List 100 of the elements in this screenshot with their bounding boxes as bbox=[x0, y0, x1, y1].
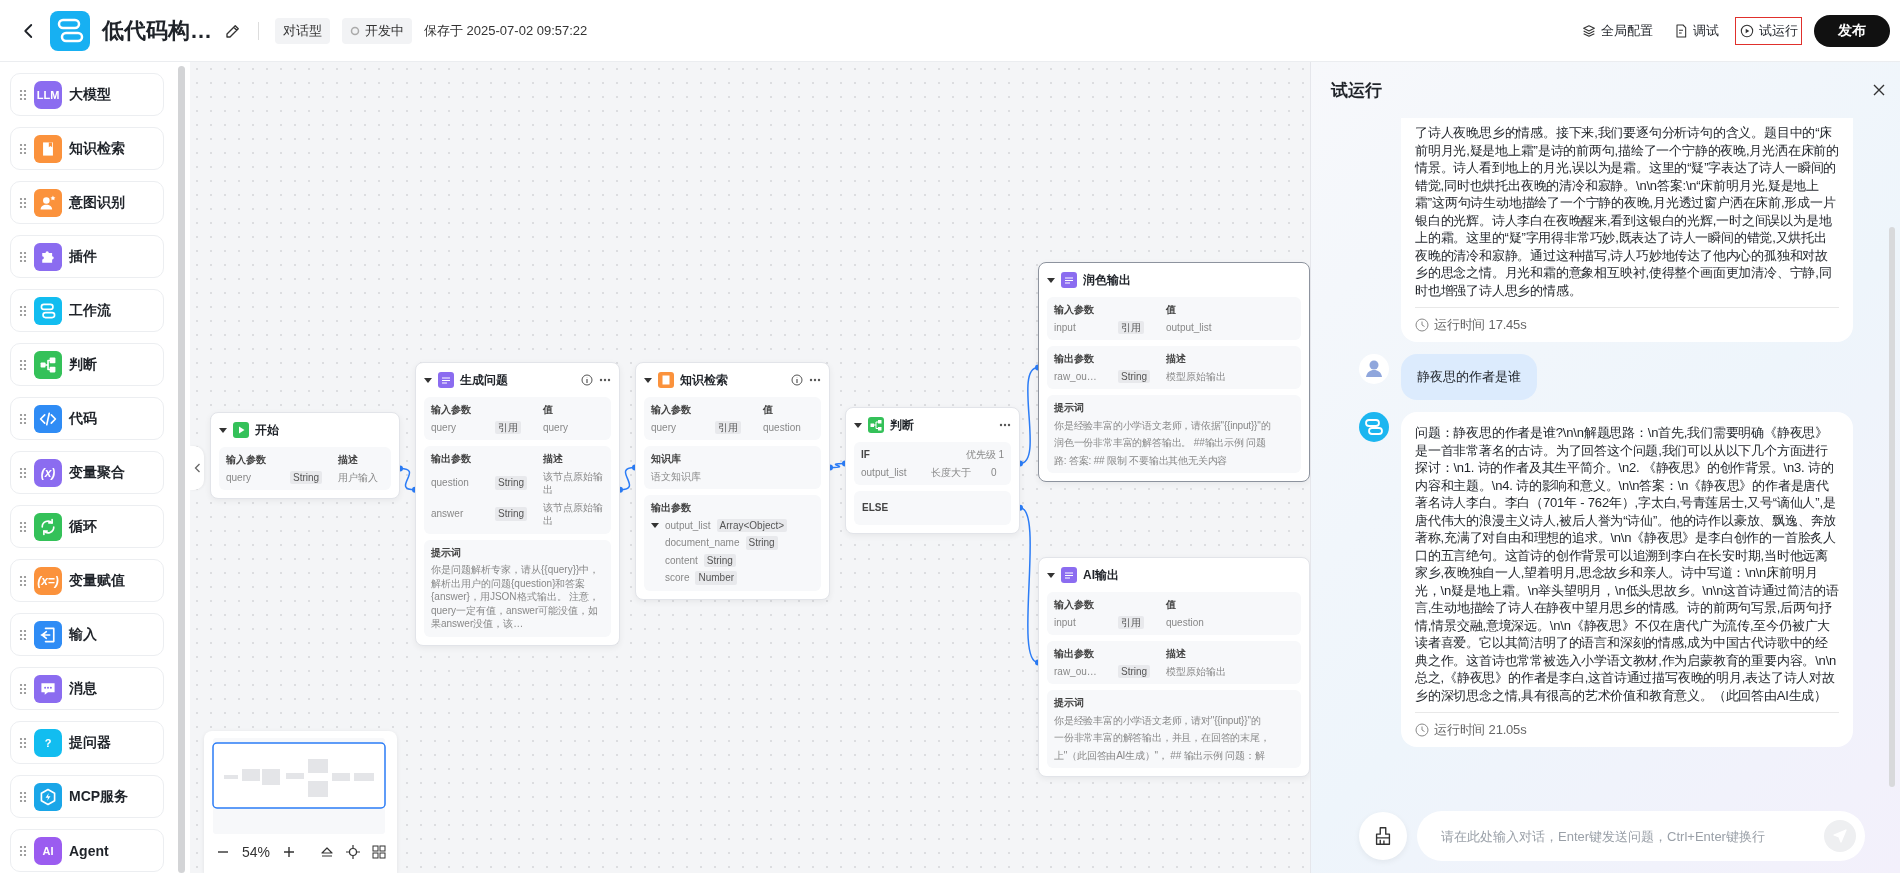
message-text: 问题：静夜思的作者是谁?\n\n解题思路：\n首先,我们需要明确《静夜思》是一首非常著名的古诗。为了回答这个问题,我们可以从以下几个方面进行探讨：\n1. 诗的作者及其生平简介。\n2. 《静夜思》的创作背景。\n3. 诗的内容和主题。\n4. 诗的影响和意义。\n\n答案：\n《静夜思》的作者是唐代著名诗人李白。李白（701年 - 762年）,字太白,号青莲居士,又号“谪仙人”,是唐代伟大的浪漫主义诗人,被后人誉为“诗仙”。他的诗作以豪放、飘逸、奔放著称,充满了对自由和理想的追求。\n\n《静夜思》是李白创作的一首脍炙人口的五言绝句。这首诗的创作背景可以追溯到李白在长安时期,当时他远离家乡,夜晚独自一人,望着明月,思念故乡和亲人。诗中写道：\n\n床前明月光，\n疑是地上霜。\n举头望明月，\n低头思故乡。\n\n这首诗通过简洁的语言,生动地描绘了诗人在静夜中望月思乡的情感。诗的前两句写景,后两句抒情,情景交融,意境深远。\n\n《静夜思》不仅在唐代广为流传,至今仍被广大读者喜爱。它以其简洁明了的语言和深刻的情感,成为中国古代诗歌中的经典之作。这首诗也常常被选入小学语文教材,作为启蒙教育的重要内容。\n\n总之,《静夜思》的作者是李白,这首诗通过描写夜晚的明月,表达了诗人对故乡的深切思念之情,具有很高的艺术价值和教育意义。（此回答由AI生成） bbox=[1415, 424, 1839, 704]
workflow-node[interactable]: 知识检索 输入参数 值 query 引用 question 知识库 语文知识库 输出参数 output_list Array<Object> document_name String content String score Number bbox=[635, 362, 830, 600]
palette-item[interactable]: (x) 变量聚合 bbox=[10, 451, 164, 494]
palette-item[interactable]: 插件 bbox=[10, 235, 164, 278]
status-tag: 开发中 bbox=[342, 17, 412, 44]
publish-button[interactable]: 发布 bbox=[1814, 14, 1890, 47]
prompt-text: 上"（此回答由AI生成）"， ## 输出示例 问题：解 bbox=[1054, 748, 1266, 762]
palette-item[interactable]: ? 提问器 bbox=[10, 721, 164, 764]
variable-icon: (x=) bbox=[34, 566, 62, 595]
collapse-caret-icon[interactable] bbox=[1047, 571, 1055, 579]
crosshair-icon[interactable] bbox=[346, 845, 361, 859]
type-tag: 对话型 bbox=[275, 17, 330, 44]
collapse-handle[interactable] bbox=[190, 445, 204, 490]
zoom-in-icon[interactable] bbox=[282, 845, 297, 859]
run-time: 运行时间 17.45s bbox=[1434, 316, 1527, 334]
column-header: 值 bbox=[543, 403, 554, 417]
param-name: output_list bbox=[665, 518, 711, 532]
close-icon[interactable] bbox=[1872, 83, 1886, 97]
type-tag: String bbox=[495, 507, 528, 521]
bot-avatar-icon bbox=[1359, 412, 1389, 442]
collapse-caret-icon[interactable] bbox=[1047, 276, 1055, 284]
collapse-caret-icon[interactable] bbox=[854, 421, 862, 429]
expand-caret-icon[interactable] bbox=[651, 521, 659, 530]
chat-input-field[interactable]: 请在此处输入对话，Enter键发送问题，Ctrl+Enter键换行 bbox=[1417, 811, 1865, 861]
column-header: 值 bbox=[1166, 303, 1177, 317]
prompt-text: 你是经验丰富的小学语文老师，请依据"{{input}}"的 bbox=[1054, 418, 1272, 432]
palette-item[interactable]: 代码 bbox=[10, 397, 164, 440]
column-header: 描述 bbox=[543, 452, 564, 466]
drag-handle-icon bbox=[19, 736, 27, 749]
type-tag: 引用 bbox=[1118, 320, 1144, 334]
param-value: 该节点原始输出 bbox=[543, 500, 604, 528]
column-header: 值 bbox=[1166, 598, 1177, 612]
palette-item[interactable]: AI Agent bbox=[10, 829, 164, 872]
play-circle-icon bbox=[1739, 22, 1755, 39]
more-icon[interactable] bbox=[999, 423, 1011, 427]
prompt-text: 一份非常丰富的解答输出，并且，在回答的末尾， bbox=[1054, 731, 1271, 745]
condition-variable: output_list bbox=[861, 465, 908, 479]
prompt-text: 你是问题解析专家，请从{{query}}中，解析出用户的问题{question}和答案{answer}，用JSON格式输出。 注意，query一定有值，answer可能没值，如果answer没值，该… bbox=[431, 563, 601, 631]
debug-button[interactable]: 调试 bbox=[1669, 16, 1723, 45]
param-name: content bbox=[665, 553, 698, 567]
column-header: 输入参数 bbox=[226, 453, 267, 467]
workflow-node[interactable]: 开始 输入参数 描述 query String 用户输入 bbox=[210, 412, 400, 499]
eject-icon[interactable] bbox=[320, 845, 335, 859]
config-button[interactable]: 全局配置 bbox=[1577, 16, 1657, 45]
column-header: 输出参数 bbox=[1054, 352, 1095, 366]
zoom-level: 54% bbox=[242, 844, 271, 860]
type-tag: String bbox=[1118, 664, 1151, 678]
param-value: 模型原始输出 bbox=[1166, 369, 1227, 383]
llm-icon: LLM bbox=[34, 80, 62, 109]
collapse-caret-icon[interactable] bbox=[424, 376, 432, 384]
more-icon[interactable] bbox=[809, 378, 821, 382]
palette-item[interactable]: 输入 bbox=[10, 613, 164, 656]
status-dot-icon bbox=[350, 25, 360, 36]
workflow-node[interactable]: 生成问题 输入参数 值 query 引用 query 输出参数 描述 question String 该节点原始输出 answer String 该节点原始输出 提示词 你是问题解析专家，请从{{query}}中，解析出用户的问题{question}和答案{answer}，用JSON格式输出。 注意，query一定有值，answer可能没值，如果answer没值，该… bbox=[415, 362, 620, 646]
info-icon[interactable] bbox=[791, 374, 803, 386]
minimap[interactable]: 54% bbox=[204, 731, 397, 873]
palette-item[interactable]: LLM 大模型 bbox=[10, 73, 164, 116]
node-title: AI输出 bbox=[1083, 566, 1119, 584]
palette-item[interactable]: 循环 bbox=[10, 505, 164, 548]
workflow-node[interactable]: AI输出 输入参数 值 input 引用 question 输出参数 描述 raw_ou… String 模型原始输出 提示词 你是经验丰富的小学语文老师，请对"{{input}}"的 一份非常丰富的解答输出，并且，在回答的末尾， 上"（此回答由AI生成）"， ## 输出示例 问题：解 bbox=[1038, 557, 1310, 777]
info-icon[interactable] bbox=[581, 374, 593, 386]
layers-icon bbox=[1581, 22, 1597, 39]
node-title: 生成问题 bbox=[460, 371, 508, 389]
palette-item[interactable]: 知识检索 bbox=[10, 127, 164, 170]
section-label: 提示词 bbox=[1054, 401, 1085, 415]
play-icon bbox=[233, 422, 249, 438]
column-header: 输出参数 bbox=[1054, 647, 1095, 661]
collapse-caret-icon[interactable] bbox=[644, 376, 652, 384]
palette-item[interactable]: MCP服务 bbox=[10, 775, 164, 818]
param-name: answer bbox=[431, 507, 465, 521]
param-value: query bbox=[543, 420, 569, 434]
workflow-node[interactable]: 润色输出 输入参数 值 input 引用 output_list 输出参数 描述 raw_ou… String 模型原始输出 提示词 你是经验丰富的小学语文老师，请依据"{{input}}"的 润色一份非常丰富的解答输出。 ##输出示例 问题 路: 答案: ## 限制 不要输出其他无关内容 bbox=[1038, 262, 1310, 482]
type-tag: String bbox=[1118, 369, 1151, 383]
chevron-left-icon bbox=[193, 462, 201, 473]
prompt-text: 润色一份非常丰富的解答输出。 ##输出示例 问题 bbox=[1054, 436, 1267, 450]
workflow-node[interactable]: 判断 IF 优先级 1 output_list 长度大于 0 ELSE bbox=[845, 407, 1020, 534]
node-title: 润色输出 bbox=[1083, 271, 1131, 289]
drag-handle-icon bbox=[19, 574, 27, 587]
palette-item[interactable]: 消息 bbox=[10, 667, 164, 710]
more-icon[interactable] bbox=[599, 378, 611, 382]
prompt-text: 路: 答案: ## 限制 不要输出其他无关内容 bbox=[1054, 453, 1229, 467]
run-button[interactable]: 试运行 bbox=[1735, 16, 1802, 45]
model-icon bbox=[438, 372, 454, 388]
section-label: 知识库 bbox=[651, 452, 682, 466]
palette-item[interactable]: 工作流 bbox=[10, 289, 164, 332]
drag-handle-icon bbox=[19, 682, 27, 695]
grid-icon[interactable] bbox=[372, 845, 387, 859]
collapse-caret-icon[interactable] bbox=[219, 426, 227, 434]
palette-item[interactable]: 意图识别 bbox=[10, 181, 164, 224]
drag-handle-icon bbox=[19, 88, 27, 101]
palette-item[interactable]: 判断 bbox=[10, 343, 164, 386]
prompt-text: 你是经验丰富的小学语文老师，请对"{{input}}"的 bbox=[1054, 713, 1262, 727]
palette-item[interactable]: (x=) 变量赋值 bbox=[10, 559, 164, 602]
type-tag: String bbox=[703, 553, 736, 567]
save-time: 保存于 2025-07-02 09:57:22 bbox=[424, 21, 588, 40]
drag-handle-icon bbox=[19, 358, 27, 371]
drag-handle-icon bbox=[19, 520, 27, 533]
clear-button[interactable] bbox=[1359, 812, 1407, 860]
run-time: 运行时间 21.05s bbox=[1434, 721, 1527, 739]
clock-icon bbox=[1415, 318, 1429, 332]
